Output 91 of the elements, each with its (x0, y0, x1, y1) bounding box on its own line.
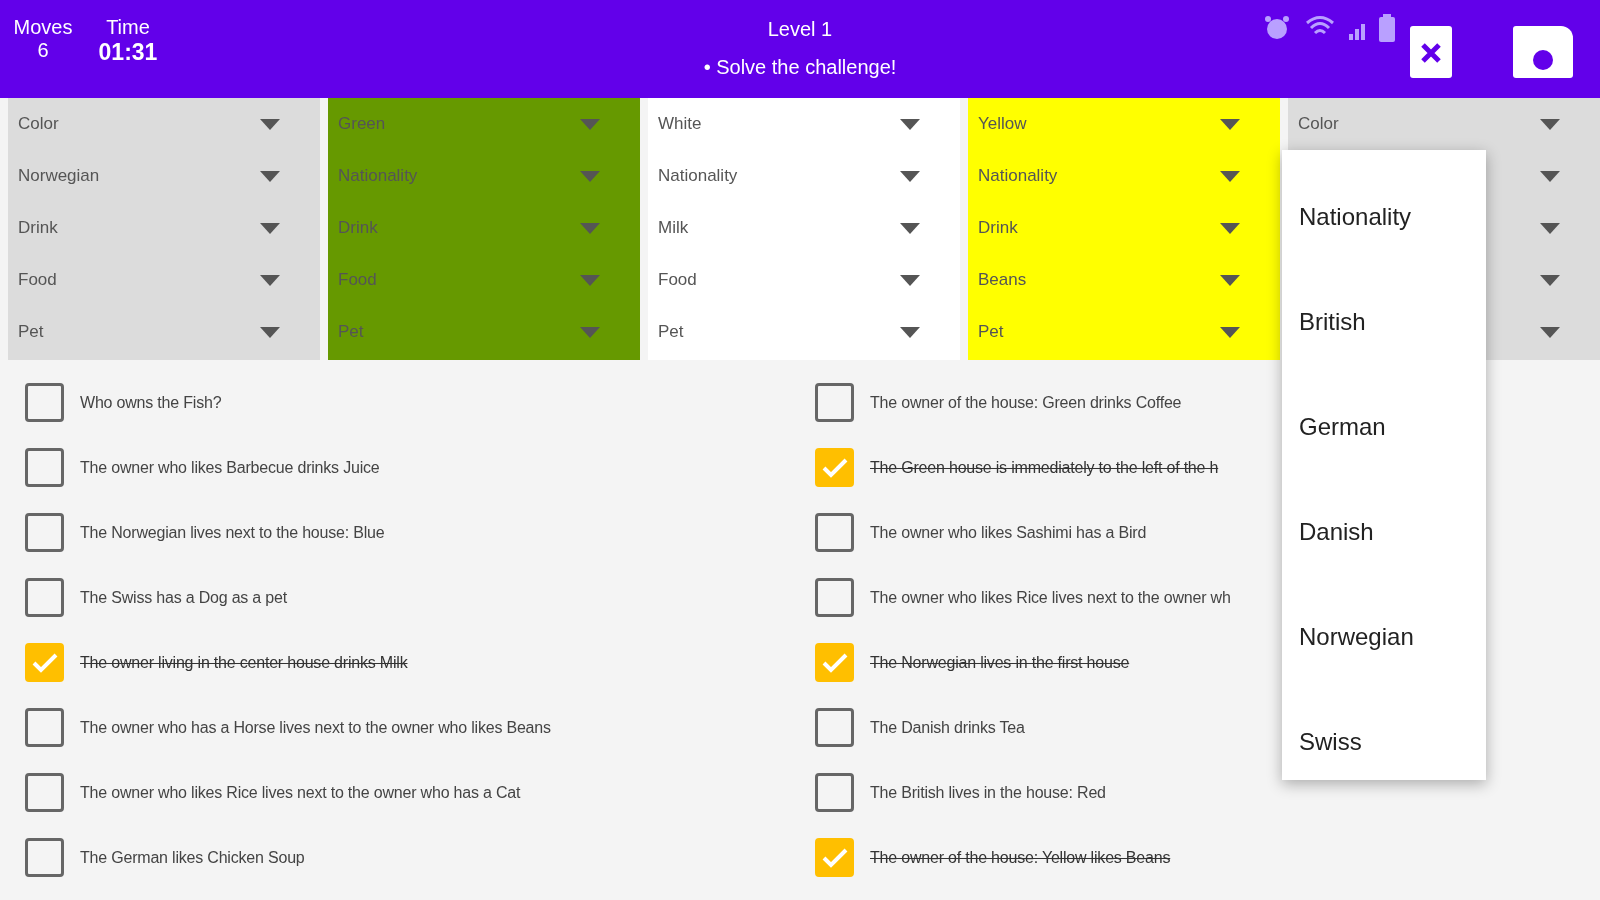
dropdown-value[interactable]: Nationality (658, 163, 738, 189)
close-icon (1420, 41, 1442, 64)
clue-text: The British lives in the house: Red (870, 782, 1106, 803)
checkbox[interactable] (25, 643, 64, 682)
moves-label: Moves (12, 16, 74, 39)
moves-count: 6 (36, 39, 50, 62)
clue-text: The owner of the house: Green drinks Coffee (870, 392, 1182, 413)
dropdown-value[interactable]: Nationality (978, 163, 1058, 189)
signal-icon (1349, 24, 1365, 40)
dropdown-arrow-icon[interactable] (260, 326, 280, 338)
dropdown-value[interactable]: Food (18, 267, 57, 293)
clue-text: The owner living in the center house drinks Milk (80, 652, 408, 673)
dropdown-arrow-icon[interactable] (260, 274, 280, 286)
clue-text: The Green house is immediately to the left of the h (870, 457, 1219, 478)
timer: 01:31 (97, 39, 159, 66)
dropdown-arrow-icon[interactable] (1220, 118, 1240, 130)
checkbox[interactable] (25, 383, 64, 422)
checkbox[interactable] (815, 643, 854, 682)
dot-icon (1532, 49, 1554, 71)
menu-item[interactable]: British (1299, 303, 1366, 340)
checkmark-icon (821, 457, 848, 478)
clue-text: The owner who likes Sashimi has a Bird (870, 522, 1147, 543)
checkbox[interactable] (815, 708, 854, 747)
clue-text: The owner who has a Horse lives next to the owner who likes Beans (80, 717, 551, 738)
menu-item[interactable]: Nationality (1299, 198, 1412, 235)
checkbox[interactable] (25, 448, 64, 487)
clue-text: The owner who likes Rice lives next to the owner who has a Cat (80, 782, 521, 803)
dropdown-value[interactable]: Pet (658, 319, 684, 345)
dropdown-value[interactable]: Pet (18, 319, 44, 345)
time-label: Time (105, 16, 151, 39)
checkmark-icon (31, 652, 58, 673)
clue-text: The owner of the house: Yellow likes Beans (870, 847, 1171, 868)
save-button[interactable] (1513, 26, 1573, 78)
dropdown-arrow-icon[interactable] (900, 222, 920, 234)
level-title: Level 1 (767, 18, 833, 40)
dropdown-value[interactable]: Color (18, 111, 59, 137)
checkbox[interactable] (815, 773, 854, 812)
dropdown-arrow-icon[interactable] (1220, 326, 1240, 338)
checkbox[interactable] (815, 383, 854, 422)
dropdown-value[interactable]: Milk (658, 215, 689, 241)
dropdown-value[interactable]: Drink (978, 215, 1018, 241)
menu-item[interactable]: German (1299, 408, 1386, 445)
checkbox[interactable] (815, 838, 854, 877)
clue-text: The owner who likes Rice lives next to the owner wh (870, 587, 1231, 608)
dropdown-arrow-icon[interactable] (1220, 222, 1240, 234)
dropdown-arrow-icon[interactable] (1540, 170, 1560, 182)
checkbox[interactable] (25, 838, 64, 877)
dropdown-value[interactable]: White (658, 111, 702, 137)
dropdown-value[interactable]: Color (1298, 111, 1339, 137)
dropdown-arrow-icon[interactable] (900, 326, 920, 338)
dropdown-arrow-icon[interactable] (900, 274, 920, 286)
dropdown-arrow-icon[interactable] (260, 118, 280, 130)
dropdown-value[interactable]: Food (658, 267, 697, 293)
dropdown-arrow-icon[interactable] (900, 118, 920, 130)
checkmark-icon (821, 847, 848, 868)
menu-item[interactable]: Danish (1299, 513, 1374, 550)
dropdown-arrow-icon[interactable] (1540, 274, 1560, 286)
dropdown-arrow-icon[interactable] (1540, 326, 1560, 338)
checkbox[interactable] (25, 773, 64, 812)
dropdown-value[interactable]: Beans (978, 267, 1027, 293)
subtitle: • Solve the challenge! (703, 56, 897, 78)
clear-button[interactable] (1410, 26, 1452, 78)
dropdown-arrow-icon[interactable] (260, 222, 280, 234)
menu-item[interactable]: Swiss (1299, 723, 1362, 760)
dropdown-value[interactable]: Yellow (978, 111, 1027, 137)
alarm-icon (1263, 14, 1291, 42)
dropdown-value[interactable]: Drink (18, 215, 58, 241)
dropdown-value[interactable]: Norwegian (18, 163, 100, 189)
clue-text: Who owns the Fish? (80, 392, 222, 413)
checkmark-icon (821, 652, 848, 673)
checkbox[interactable] (815, 513, 854, 552)
clue-text: The Norwegian lives in the first house (870, 652, 1130, 673)
dropdown-arrow-icon[interactable] (1540, 118, 1560, 130)
clue-text: The Swiss has a Dog as a pet (80, 587, 287, 608)
dropdown-arrow-icon[interactable] (260, 170, 280, 182)
clue-text: The Danish drinks Tea (870, 717, 1025, 738)
clue-text: The owner who likes Barbecue drinks Juice (80, 457, 380, 478)
checkbox[interactable] (815, 448, 854, 487)
checkbox[interactable] (815, 578, 854, 617)
menu-item[interactable]: Norwegian (1299, 618, 1414, 655)
checkbox[interactable] (25, 513, 64, 552)
dropdown-arrow-icon[interactable] (1220, 274, 1240, 286)
dropdown-arrow-icon[interactable] (1540, 222, 1560, 234)
dropdown-value[interactable]: Pet (978, 319, 1004, 345)
dropdown-arrow-icon[interactable] (900, 170, 920, 182)
clue-text: The German likes Chicken Soup (80, 847, 305, 868)
battery-icon (1379, 14, 1395, 42)
checkbox[interactable] (25, 578, 64, 617)
clue-text: The Norwegian lives next to the house: Blue (80, 522, 385, 543)
checkbox[interactable] (25, 708, 64, 747)
dropdown-arrow-icon[interactable] (1220, 170, 1240, 182)
